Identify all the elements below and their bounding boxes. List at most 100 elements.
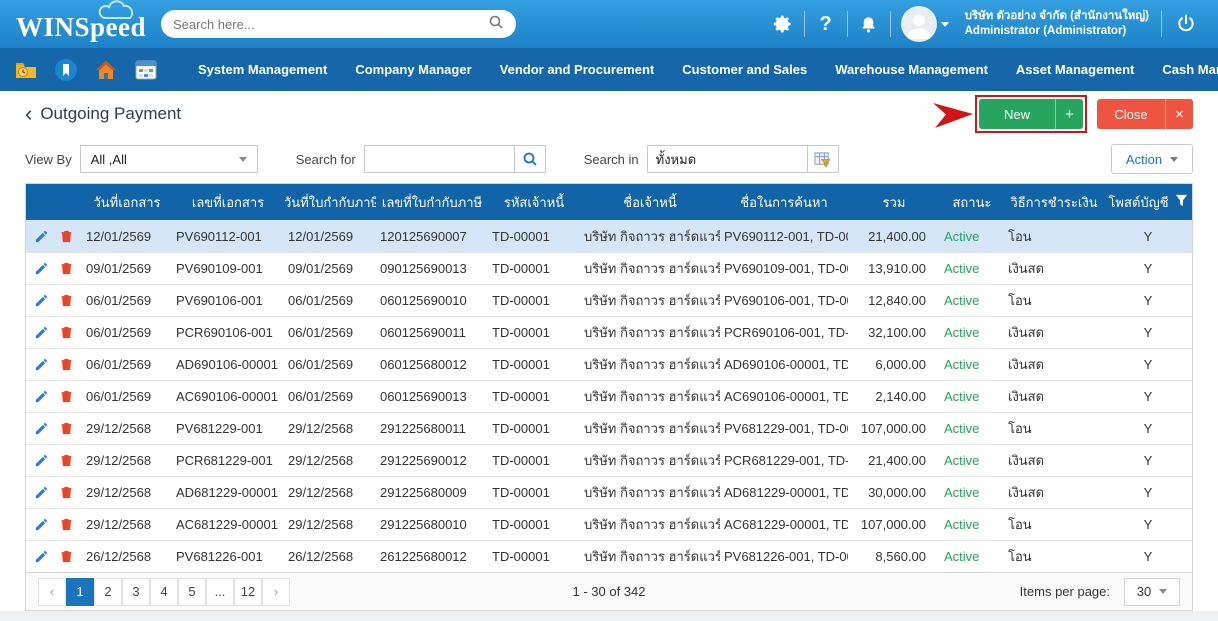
table-row[interactable]: 09/01/2569PV690109-00109/01/256909012569… (26, 252, 1192, 284)
column-header[interactable]: ชื่อเจ้าหนี้ (580, 192, 720, 213)
trash-icon[interactable] (59, 325, 74, 340)
trash-icon[interactable] (59, 229, 74, 244)
search-in-input[interactable] (647, 145, 807, 173)
user-menu[interactable] (891, 6, 959, 42)
close-button[interactable]: Close × (1097, 99, 1193, 129)
nav-item-warehouse-management[interactable]: Warehouse Management (821, 48, 1002, 91)
bookmark-icon[interactable] (54, 58, 78, 82)
table-row[interactable]: 29/12/2568PV681229-00129/12/256829122568… (26, 412, 1192, 444)
column-header[interactable]: วันที่ใบกำกับภาษี (284, 192, 376, 213)
trash-icon[interactable] (59, 517, 74, 532)
table-row[interactable]: 06/01/2569AD690106-0000106/01/2569060125… (26, 348, 1192, 380)
column-header[interactable]: สถานะ (940, 192, 1004, 213)
pencil-icon[interactable] (34, 549, 49, 564)
column-filter-icon[interactable] (807, 145, 839, 173)
column-header[interactable]: รวม (848, 192, 940, 213)
table-row[interactable]: 06/01/2569PV690106-00106/01/256906012569… (26, 284, 1192, 316)
column-header[interactable]: วันที่เอกสาร (82, 192, 172, 213)
gear-icon[interactable] (762, 9, 804, 39)
table-row[interactable]: 06/01/2569AC690106-0000106/01/2569060125… (26, 380, 1192, 412)
pencil-icon[interactable] (34, 517, 49, 532)
column-header[interactable]: วิธีการชำระเงิน (1004, 192, 1104, 213)
pagination-page-12[interactable]: 12 (234, 578, 262, 606)
pencil-icon[interactable] (34, 229, 49, 244)
pencil-icon[interactable] (34, 261, 49, 276)
new-plus-icon[interactable]: + (1055, 99, 1083, 129)
nav-item-asset-management[interactable]: Asset Management (1002, 48, 1148, 91)
question-icon[interactable]: ? (805, 9, 847, 39)
title-buttons: New + Close × (975, 95, 1193, 133)
pagination-page-4[interactable]: 4 (150, 578, 178, 606)
company-user-info: บริษัท ตัวอย่าง จำกัด (สำนักงานใหญ่) Adm… (965, 9, 1149, 39)
table-row[interactable]: 29/12/2568PCR681229-00129/12/25682912256… (26, 444, 1192, 476)
pencil-icon[interactable] (34, 485, 49, 500)
nav-item-company-manager[interactable]: Company Manager (341, 48, 485, 91)
pagination-next[interactable]: › (262, 578, 290, 606)
pagination-page-5[interactable]: 5 (178, 578, 206, 606)
search-button[interactable] (514, 145, 546, 173)
magnifier-icon[interactable] (488, 14, 504, 35)
view-by-dropdown[interactable]: All ,All (80, 145, 258, 173)
chevron-down-icon (239, 157, 247, 162)
search-for-input[interactable] (364, 145, 514, 173)
close-button-label[interactable]: Close (1097, 99, 1165, 129)
brand-logo[interactable]: WINSpeed (14, 0, 149, 48)
trash-icon[interactable] (59, 549, 74, 564)
pagination-ellipsis[interactable]: ... (206, 578, 234, 606)
pagination-page-2[interactable]: 2 (94, 578, 122, 606)
pencil-icon[interactable] (34, 293, 49, 308)
power-icon[interactable] (1162, 9, 1204, 39)
pagination-prev[interactable]: ‹ (38, 578, 66, 606)
main-menu: System ManagementCompany ManagerVendor a… (184, 48, 1218, 91)
trash-icon[interactable] (59, 453, 74, 468)
trash-icon[interactable] (59, 261, 74, 276)
table-row[interactable]: 06/01/2569PCR690106-00106/01/25690601256… (26, 316, 1192, 348)
table-row[interactable]: 26/12/2568PV681226-00126/12/256826122568… (26, 540, 1192, 572)
pencil-icon[interactable] (34, 421, 49, 436)
pencil-icon[interactable] (34, 389, 49, 404)
trash-icon[interactable] (59, 293, 74, 308)
column-header[interactable]: รหัสเจ้าหนี้ (488, 192, 580, 213)
cell-tax-no: 060125690013 (376, 389, 488, 404)
back-chevron-icon[interactable]: ‹ (25, 103, 32, 125)
global-search[interactable] (161, 10, 516, 38)
column-header[interactable]: เลขที่เอกสาร (172, 192, 284, 213)
table-row[interactable]: 29/12/2568AD681229-0000129/12/2568291225… (26, 476, 1192, 508)
pencil-icon[interactable] (34, 453, 49, 468)
table-row[interactable]: 29/12/2568AC681229-0000129/12/2568291225… (26, 508, 1192, 540)
cell-post: Y (1104, 485, 1192, 500)
pagination-page-3[interactable]: 3 (122, 578, 150, 606)
cell-doc-no: PCR690106-001 (172, 325, 284, 340)
history-folder-icon[interactable] (14, 58, 38, 82)
pencil-icon[interactable] (34, 325, 49, 340)
close-x-icon[interactable]: × (1165, 99, 1193, 129)
nav-item-vendor-and-procurement[interactable]: Vendor and Procurement (486, 48, 669, 91)
bell-icon[interactable] (848, 9, 890, 39)
column-header[interactable]: เลขที่ใบกำกับภาษี (376, 192, 488, 213)
home-icon[interactable] (94, 58, 118, 82)
row-actions (26, 293, 82, 308)
action-dropdown-button[interactable]: Action (1111, 144, 1193, 174)
table-row[interactable]: 12/01/2569PV690112-00112/01/256912012569… (26, 220, 1192, 252)
nav-item-system-management[interactable]: System Management (184, 48, 341, 91)
funnel-icon[interactable] (1175, 194, 1188, 210)
items-per-page-label: Items per page: (1020, 584, 1110, 599)
nav-item-customer-and-sales[interactable]: Customer and Sales (668, 48, 821, 91)
trash-icon[interactable] (59, 485, 74, 500)
column-header[interactable]: โพสต์บัญชี (1104, 192, 1192, 213)
cell-total: 6,000.00 (848, 357, 940, 372)
trash-icon[interactable] (59, 357, 74, 372)
items-per-page-select[interactable]: 30 (1124, 578, 1180, 606)
trash-icon[interactable] (59, 421, 74, 436)
pencil-icon[interactable] (34, 357, 49, 372)
global-search-input[interactable] (173, 17, 488, 32)
cell-status: Active (940, 357, 1004, 372)
new-button[interactable]: New + (979, 99, 1083, 129)
pagination-page-1[interactable]: 1 (66, 578, 94, 606)
column-header[interactable]: ชื่อในการค้นหา (720, 192, 848, 213)
table-footer: 1 - 30 of 342 ‹12345...12› Items per pag… (26, 572, 1192, 610)
nav-item-cash-management[interactable]: Cash Management (1148, 48, 1218, 91)
calendar-icon[interactable] (134, 58, 158, 82)
trash-icon[interactable] (59, 389, 74, 404)
new-button-label[interactable]: New (979, 99, 1055, 129)
